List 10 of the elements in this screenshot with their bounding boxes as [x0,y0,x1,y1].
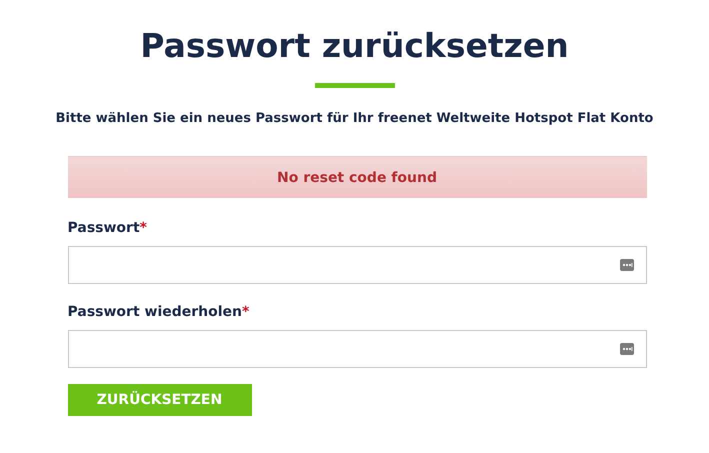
error-message: No reset code found [68,156,646,198]
password-field[interactable] [68,330,646,368]
field-label: Passwort wiederholen* [68,304,250,320]
reset-button[interactable]: ZURÜCKSETZEN [68,384,252,416]
password-manager-icon[interactable] [620,259,634,271]
password-field[interactable] [68,246,646,284]
password-manager-icon[interactable] [620,343,634,355]
field-label: Passwort* [68,220,148,236]
page-title: Passwort zurücksetzen [140,25,569,67]
instruction-text: Bitte wählen Sie ein neues Passwort für Ihr freenet Weltweite Hotspot Flat Konto [56,111,654,126]
